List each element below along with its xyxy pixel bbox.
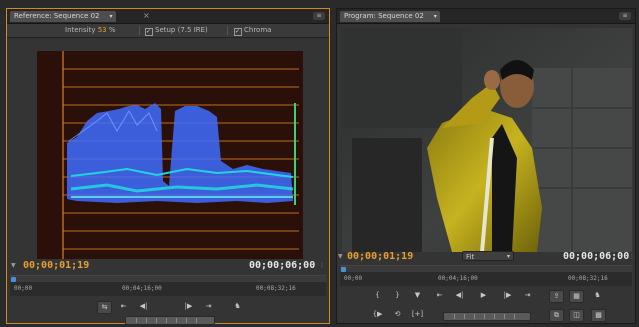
reference-monitor-panel: Reference: Sequence 02 ▾ × ≡ Intensity 5… <box>6 8 330 325</box>
step-back-icon[interactable]: ◀| <box>453 290 466 301</box>
ruler-label: 00;04;16;00 <box>122 285 162 292</box>
reference-duration-timecode: 00;00;06;00 <box>249 260 316 271</box>
ruler-label: 00;08;32;16 <box>256 285 296 292</box>
setup-label: Setup (7.5 IRE) <box>155 26 208 34</box>
ruler-label: 00;04;16;00 <box>438 275 478 282</box>
zoom-level-select[interactable]: Fit ▾ <box>462 251 514 261</box>
program-time-ruler[interactable]: 00;00 00;04;16;00 00;08;32;16 <box>340 265 632 286</box>
playhead[interactable] <box>341 267 346 272</box>
output-icon[interactable]: ♞ <box>231 301 244 312</box>
chevron-down-icon: ▾ <box>506 253 510 260</box>
intensity-label: Intensity <box>65 26 96 34</box>
ruler-label: 00;00 <box>14 285 33 292</box>
program-monitor-panel: Program: Sequence 02 ▾ ≡ ▼ 00;00;01;19 F… <box>336 8 636 324</box>
multicam-button[interactable]: ▩ <box>591 309 606 322</box>
mark-out-icon[interactable]: } <box>391 290 404 301</box>
step-forward-icon[interactable]: |▶ <box>501 290 514 301</box>
chroma-checkbox[interactable]: ✓ Chroma <box>234 24 271 37</box>
reference-current-timecode[interactable]: 00;00;01;19 <box>23 260 89 271</box>
playhead[interactable] <box>11 277 16 282</box>
chevron-down-icon[interactable]: ▾ <box>109 11 112 22</box>
go-to-in-icon[interactable]: ⇤ <box>117 301 130 312</box>
trim-monitor-button[interactable]: ⧉ <box>549 309 564 322</box>
checkmark-icon: ✓ <box>145 28 153 36</box>
go-to-out-icon[interactable]: ⇥ <box>521 290 534 301</box>
gang-to-program-button[interactable]: ⇆ <box>97 301 112 314</box>
panel-menu-icon[interactable]: ≡ <box>313 12 325 20</box>
scope-toolbar: Intensity 53 % ✓ Setup (7.5 IRE) ✓ Chroma <box>7 24 329 38</box>
triangle-icon: ▼ <box>11 262 16 269</box>
step-back-icon[interactable]: ◀| <box>137 301 150 312</box>
ruler-track[interactable] <box>10 276 326 282</box>
panel-resize-icon: ⋮ <box>319 262 325 269</box>
reference-jog-shuttle[interactable] <box>125 316 215 325</box>
extract-button[interactable]: ▦ <box>569 290 584 303</box>
mark-in-icon[interactable]: { <box>371 290 384 301</box>
checkmark-icon: ✓ <box>234 28 242 36</box>
play-button[interactable]: ▶ <box>477 290 490 301</box>
add-marker-icon[interactable]: ▼ <box>411 290 424 301</box>
program-video-frame <box>342 28 632 252</box>
panel-menu-icon[interactable]: ≡ <box>619 12 631 20</box>
reference-controls: ⇆ ⇤ ◀| |▶ ⇥ ♞ <box>7 301 329 315</box>
tab-program-sequence[interactable]: Program: Sequence 02 ▾ <box>340 11 440 22</box>
program-jog-shuttle[interactable] <box>443 312 531 321</box>
lift-button[interactable]: ⇪ <box>549 290 564 303</box>
zoom-level-value: Fit <box>466 253 475 261</box>
loop-icon[interactable]: ⟲ <box>391 309 404 320</box>
intensity-value[interactable]: 53 <box>98 26 107 34</box>
step-forward-icon[interactable]: |▶ <box>182 301 195 312</box>
tab-label: Reference: Sequence 02 <box>14 12 100 20</box>
ruler-label: 00;08;32;16 <box>568 275 608 282</box>
go-to-out-icon[interactable]: ⇥ <box>202 301 215 312</box>
close-icon[interactable]: × <box>143 11 150 21</box>
ruler-label: 00;00 <box>344 275 363 282</box>
go-to-in-icon[interactable]: ⇤ <box>433 290 446 301</box>
reference-tab-bar: Reference: Sequence 02 ▾ × ≡ <box>7 9 329 24</box>
program-current-timecode[interactable]: 00;00;01;19 <box>347 251 413 262</box>
tab-reference-sequence[interactable]: Reference: Sequence 02 ▾ <box>10 11 116 22</box>
play-in-to-out-icon[interactable]: {▶ <box>371 309 384 320</box>
tab-label: Program: Sequence 02 <box>344 12 424 20</box>
chevron-down-icon[interactable]: ▾ <box>434 11 437 22</box>
safe-margins-icon[interactable]: [+] <box>411 309 424 320</box>
panel-resize-icon: ⋮ <box>629 253 635 260</box>
reference-time-ruler[interactable]: 00;00 00;04;16;00 00;08;32;16 <box>10 275 326 296</box>
setup-checkbox[interactable]: ✓ Setup (7.5 IRE) <box>145 24 208 37</box>
program-controls-row-1: { } ▼ ⇤ ◀| ▶ |▶ ⇥ ⇪ ▦ ♞ <box>337 290 635 304</box>
program-tab-bar: Program: Sequence 02 ▾ ≡ <box>337 9 635 24</box>
program-duration-timecode: 00;00;06;00 <box>563 251 630 262</box>
waveform-scope <box>37 51 303 259</box>
intensity-unit: % <box>108 26 116 34</box>
export-frame-button[interactable]: ◫ <box>569 309 584 322</box>
chroma-label: Chroma <box>244 26 272 34</box>
triangle-icon: ▼ <box>338 253 343 260</box>
ruler-track[interactable] <box>340 266 632 272</box>
output-icon[interactable]: ♞ <box>591 290 604 301</box>
